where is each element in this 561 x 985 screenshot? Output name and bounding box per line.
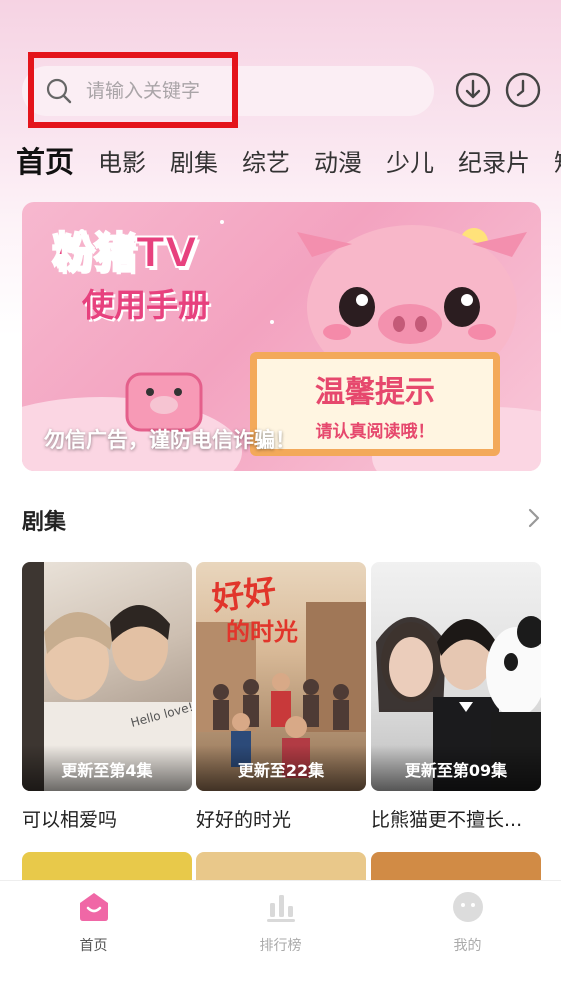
poster: Hello love! 更新至第4集 <box>22 562 192 791</box>
tab-documentary[interactable]: 纪录片 <box>458 143 530 178</box>
svg-text:的时光: 的时光 <box>226 618 298 646</box>
update-badge: 更新至22集 <box>196 745 366 791</box>
update-badge: 更新至第09集 <box>371 745 541 791</box>
banner-title: 粉猪TV <box>51 227 198 278</box>
poster: 更新至第09集 <box>371 562 541 791</box>
nav-profile[interactable]: 我的 <box>408 891 528 955</box>
tab-home[interactable]: 首页 <box>16 140 74 180</box>
chevron-right-icon[interactable] <box>527 507 541 533</box>
poster-partial[interactable] <box>196 852 366 882</box>
tab-kids[interactable]: 少儿 <box>386 143 434 178</box>
profile-icon <box>451 891 485 927</box>
drama-card[interactable]: 好好 的时光 更新至22集 好好的时光 <box>196 562 366 832</box>
tab-anime[interactable]: 动漫 <box>314 143 362 178</box>
home-icon <box>76 891 112 927</box>
tab-variety[interactable]: 综艺 <box>242 143 290 178</box>
search-bar[interactable] <box>22 66 434 116</box>
download-icon[interactable] <box>455 72 491 108</box>
nav-ranking[interactable]: 排行榜 <box>221 891 341 955</box>
search-input[interactable] <box>86 80 386 102</box>
tab-short[interactable]: 短 <box>554 143 561 178</box>
tab-series[interactable]: 剧集 <box>170 143 218 178</box>
svg-text:好好: 好好 <box>209 571 279 618</box>
drama-card[interactable]: 更新至第09集 比熊猫更不擅长... <box>371 562 541 832</box>
ranking-icon <box>264 891 298 927</box>
card-title: 可以相爱吗 <box>22 809 118 831</box>
nav-label: 首页 <box>79 938 108 954</box>
category-tabs: 首页 电影 剧集 综艺 动漫 少儿 纪录片 短 <box>16 140 561 180</box>
poster-partial[interactable] <box>371 852 541 882</box>
banner-caption: 勿信广告，谨防电信诈骗！ <box>44 428 296 452</box>
search-icon <box>46 78 72 104</box>
poster: 好好 的时光 更新至22集 <box>196 562 366 791</box>
sign-title: 温馨提示 <box>315 374 435 410</box>
nav-label: 排行榜 <box>259 938 302 954</box>
card-title: 比熊猫更不擅长... <box>371 809 523 831</box>
section-header: 剧集 <box>22 504 541 536</box>
drama-card[interactable]: Hello love! 更新至第4集 可以相爱吗 <box>22 562 192 832</box>
banner[interactable]: 粉猪TV 使用手册 温馨提示 请认真阅读哦！ 勿信广告，谨防电信诈骗！ <box>22 202 541 471</box>
card-title: 好好的时光 <box>196 809 292 831</box>
update-badge: 更新至第4集 <box>22 745 192 791</box>
banner-subtitle: 使用手册 <box>82 286 211 324</box>
sign-subtitle: 请认真阅读哦！ <box>315 421 435 442</box>
bottom-navigation: 首页 排行榜 我的 <box>0 880 561 985</box>
nav-home[interactable]: 首页 <box>34 891 154 955</box>
section-title: 剧集 <box>22 510 67 535</box>
tab-movies[interactable]: 电影 <box>98 143 146 178</box>
nav-label: 我的 <box>453 938 482 954</box>
poster-partial[interactable] <box>22 852 192 882</box>
clock-icon[interactable] <box>505 72 541 108</box>
